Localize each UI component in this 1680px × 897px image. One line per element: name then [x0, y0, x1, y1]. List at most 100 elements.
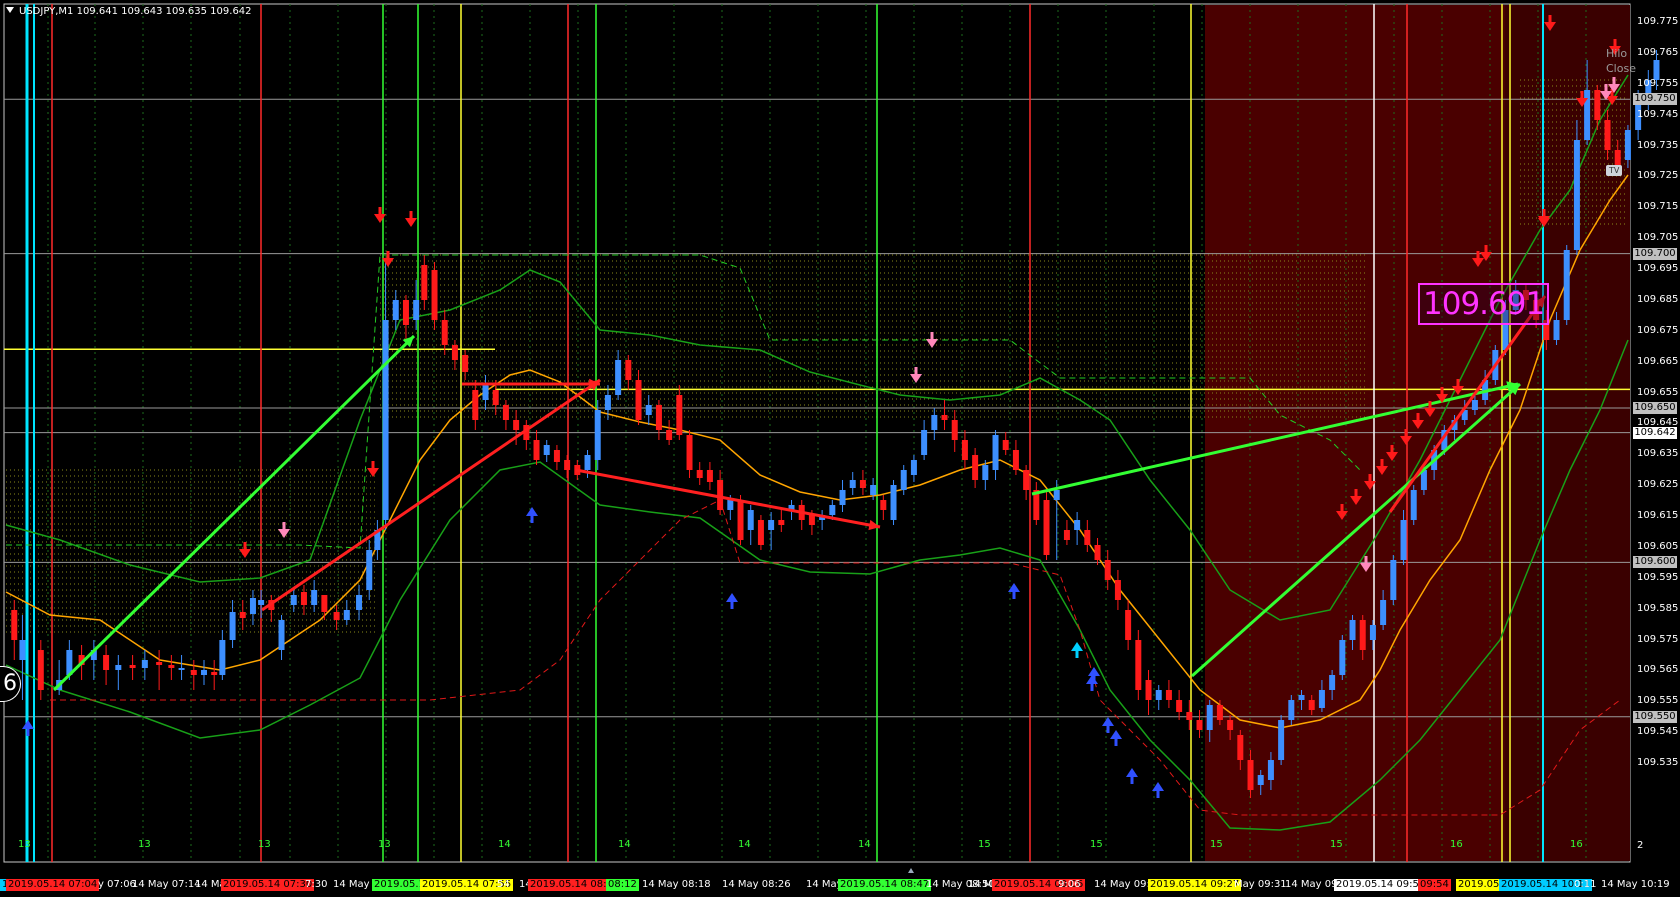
candle-body-21 [258, 600, 265, 605]
time-marker-box: 2019.05.14 09:27 [1148, 879, 1242, 891]
candle-body-113 [1196, 720, 1203, 730]
candle-body-48 [533, 440, 540, 460]
candle-body-58 [635, 380, 642, 420]
hour-mark-label: 14 [498, 839, 511, 850]
price-tick-label: 109.655 [1637, 386, 1679, 398]
candle-body-15 [201, 670, 207, 675]
time-marker-box: 2019.05. [1456, 879, 1505, 891]
candle-body-65 [706, 470, 713, 482]
candle-body-26 [311, 590, 318, 605]
candle-body-88 [941, 415, 948, 420]
price-highlight-box: 109.600 [1633, 556, 1677, 569]
candle-body-79 [849, 480, 856, 488]
price-highlight-box: 109.750 [1633, 93, 1677, 106]
candle-body-99 [1053, 490, 1060, 500]
candle-body-127 [1339, 640, 1346, 675]
price-tick-label: 109.705 [1637, 232, 1679, 244]
price-highlight-box: 109.642 [1633, 426, 1677, 439]
candle-body-106 [1125, 610, 1132, 640]
candle-body-84 [900, 470, 907, 490]
symbol-header[interactable]: USDJPY,M1 109.641 109.643 109.635 109.64… [6, 6, 252, 17]
chart-window[interactable]: USDJPY,M1 109.641 109.643 109.635 109.64… [0, 0, 1680, 897]
candle-body-101 [1074, 520, 1081, 530]
candle-body-56 [615, 360, 622, 395]
price-tick-label: 109.775 [1637, 16, 1679, 27]
price-tick-label: 109.725 [1637, 170, 1679, 182]
candle-body-49 [543, 445, 550, 455]
candle-body-153 [1604, 120, 1611, 150]
chart-plot-area[interactable] [0, 0, 1680, 897]
candle-body-112 [1186, 712, 1193, 720]
time-tick-label: 14 May 08:18 [642, 879, 711, 890]
candle-body-119 [1257, 775, 1264, 785]
price-tick-label: 109.575 [1637, 633, 1679, 645]
candle-body-53 [584, 455, 591, 470]
candle-body-29 [343, 610, 350, 620]
candle-body-133 [1400, 520, 1407, 560]
candle-body-69 [747, 510, 754, 530]
candle-body-42 [472, 390, 479, 420]
time-axis[interactable]: 192019.05.14 07:04y 07:0614 May 07:1414 … [0, 869, 1680, 897]
candle-body-109 [1155, 690, 1162, 700]
candle-body-134 [1410, 490, 1417, 520]
hour-mark-label: 15 [1090, 839, 1103, 850]
candle-body-117 [1237, 735, 1244, 760]
candle-body-95 [1012, 450, 1019, 470]
price-tick-label: 109.585 [1637, 602, 1679, 614]
price-annotation-label: 109.691 [1418, 283, 1550, 325]
candle-body-62 [676, 395, 683, 435]
price-tick-label: 109.665 [1637, 355, 1679, 367]
candle-body-75 [808, 515, 815, 525]
price-axis[interactable]: 109.775 109.765 109.755 109.745 109.735 109.7… [1631, 0, 1680, 897]
candle-body-123 [1298, 695, 1305, 700]
candle-body-35 [402, 300, 409, 325]
candle-body-23 [278, 620, 285, 650]
candle-body-30 [356, 595, 363, 610]
candle-body-118 [1247, 760, 1254, 790]
candle-body-16 [211, 672, 218, 675]
candle-body-148 [1553, 320, 1560, 340]
chart-menu-triangle-icon[interactable] [6, 7, 14, 13]
candle-body-96 [1023, 470, 1030, 490]
time-marker-box: 09:54 [1418, 879, 1451, 891]
candle-body-120 [1267, 760, 1274, 780]
candle-body-10 [141, 660, 148, 668]
candle-body-126 [1329, 675, 1336, 690]
hour-mark-label: 13 [18, 839, 31, 850]
candle-body-34 [392, 300, 399, 320]
price-tick-label: 109.735 [1637, 139, 1679, 151]
candle-body-43 [482, 385, 489, 400]
price-highlight-box: 109.700 [1633, 247, 1677, 260]
price-tick-label: 109.615 [1637, 510, 1679, 521]
tv-badge[interactable]: TV [1606, 165, 1623, 176]
candle-body-78 [839, 490, 846, 505]
candle-body-83 [890, 485, 897, 520]
candle-body-20 [249, 598, 256, 614]
candle-body-63 [686, 435, 693, 470]
candle-body-100 [1063, 530, 1070, 540]
price-tick-label: 109.595 [1637, 571, 1679, 583]
candle-body-0 [11, 610, 18, 640]
candle-body-77 [829, 505, 836, 515]
candle-body-68 [737, 500, 744, 540]
price-tick-label: 109.685 [1637, 293, 1679, 305]
hour-mark-label: 16 [1570, 839, 1583, 850]
candle-body-130 [1369, 625, 1376, 640]
candle-body-98 [1043, 500, 1050, 555]
candle-body-14 [190, 670, 197, 675]
candle-body-46 [513, 420, 520, 430]
candle-body-108 [1145, 680, 1152, 700]
candle-body-41 [462, 355, 469, 372]
time-tick-label: 7:30 [305, 879, 328, 890]
candle-body-64 [696, 470, 703, 478]
candle-body-66 [717, 480, 724, 510]
time-marker-box: 2019.05.14 07:04 [6, 879, 100, 891]
candle-body-19 [239, 612, 246, 618]
candle-body-86 [921, 430, 928, 455]
candle-body-8 [115, 665, 122, 670]
candle-body-93 [992, 435, 999, 470]
price-axis-bottom-mark: 2 [1637, 840, 1644, 851]
candle-body-85 [910, 460, 917, 475]
candle-body-131 [1380, 600, 1387, 625]
candle-body-116 [1227, 720, 1234, 730]
